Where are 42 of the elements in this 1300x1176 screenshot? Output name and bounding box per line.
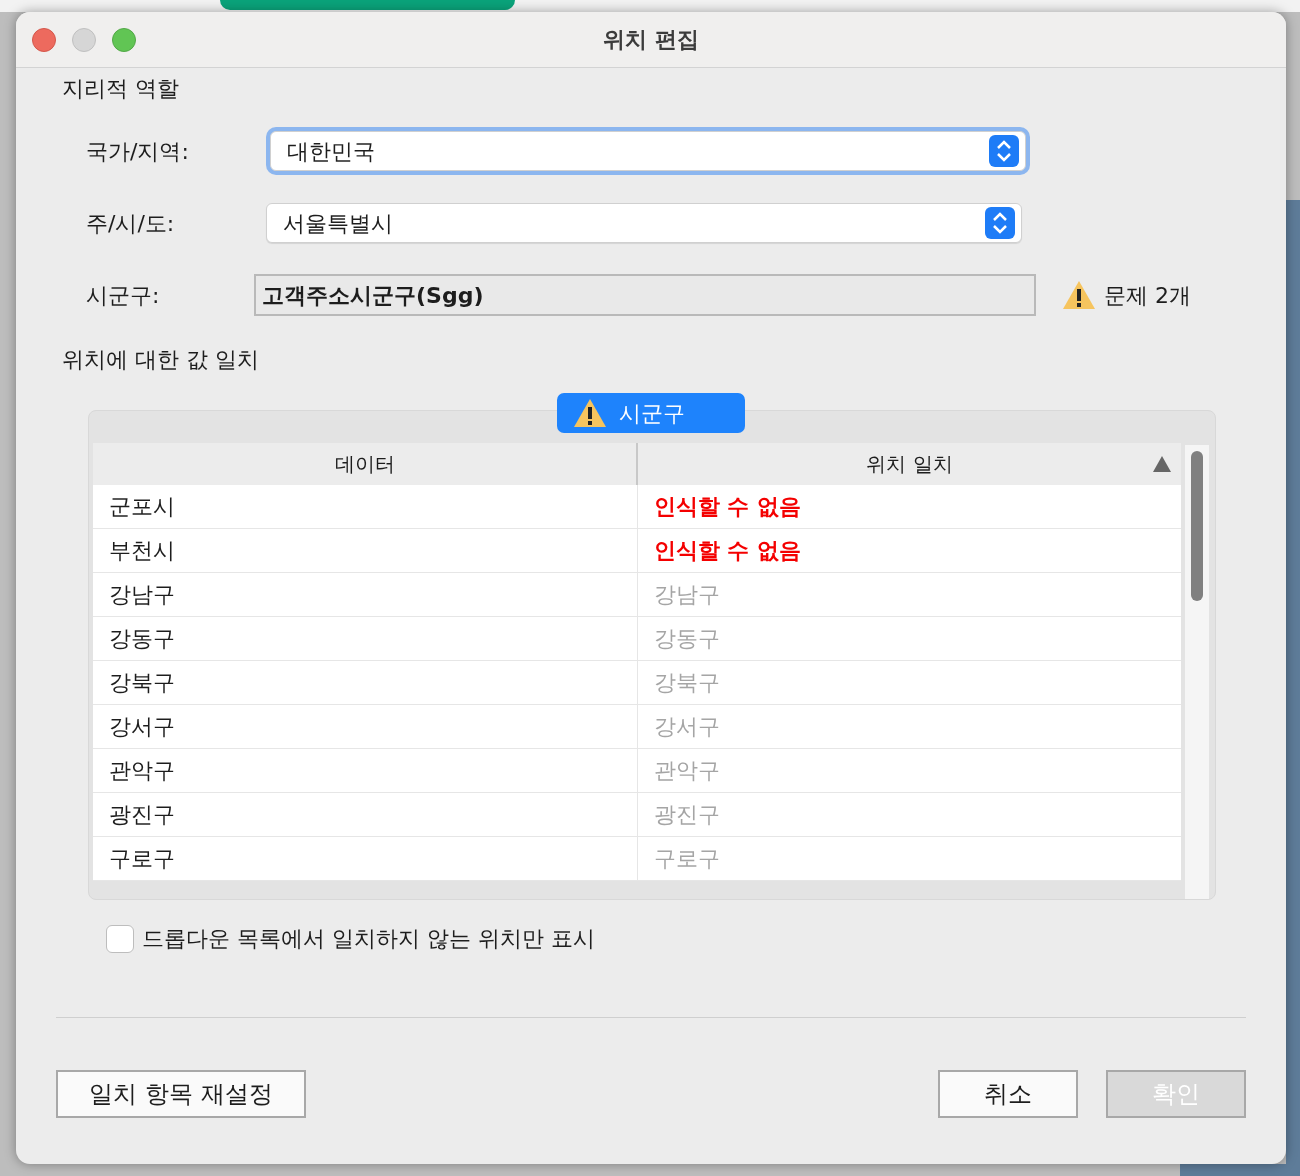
table-cell-text: 부천시 [108,537,176,565]
table-cell: 강동구 [636,617,1181,660]
table-cell: 인식할 수 없음 [636,529,1181,572]
section-title: 지리적 역할 [62,76,179,101]
table-cell-text: 구로구 [108,845,176,873]
button[interactable]: 일치 항목 재설정 [56,1070,306,1118]
warning-icon [1062,280,1096,310]
text-field[interactable]: 고객주소시군구(Sgg) [254,274,1036,316]
table-cell-text: 광진구 [108,801,176,829]
scrollbar[interactable] [1185,445,1209,899]
minimize-button[interactable] [72,27,96,52]
table-cell: 인식할 수 없음 [636,485,1181,528]
stepper-icon [989,135,1019,167]
field-label: 시군구: [85,281,161,310]
table-cell: 관악구 [636,749,1181,792]
field-label: 주/시/도: [85,209,176,238]
checkbox[interactable] [106,924,134,953]
table-cell: 강북구 [636,661,1181,704]
table-cell-text: 군포시 [108,493,176,521]
issue-count: 문제 2개 [1104,281,1191,310]
table-cell-text: 관악구 [108,757,176,785]
table-cell: 구로구 [636,837,1181,880]
table-cell-text: 강서구 [108,713,176,741]
table-cell: 광진구 [636,793,1181,836]
table-cell: 강서구 [636,705,1181,748]
button[interactable]: 취소 [938,1070,1078,1118]
window-title: 위치 편집 [603,27,699,52]
zoom-button[interactable] [112,27,136,52]
table-cell-text: 강동구 [108,625,176,653]
close-button[interactable] [32,27,56,52]
table-cell-text: 강남구 [108,581,176,609]
table-cell: 강남구 [636,573,1181,616]
field-label: 국가/지역: [85,137,190,166]
warning-icon [573,398,607,428]
stepper-icon [985,207,1015,239]
section-title: 위치에 대한 값 일치 [62,347,259,372]
scroll-thumb[interactable] [1191,451,1203,601]
column-header[interactable]: 데이터 [93,443,636,485]
checkbox-label: 드롭다운 목록에서 일치하지 않는 위치만 표시 [142,925,595,953]
dropdown[interactable]: 서울특별시 [266,203,1022,243]
tab[interactable]: 시군구 [557,393,745,433]
table-cell-text: 강북구 [108,669,176,697]
